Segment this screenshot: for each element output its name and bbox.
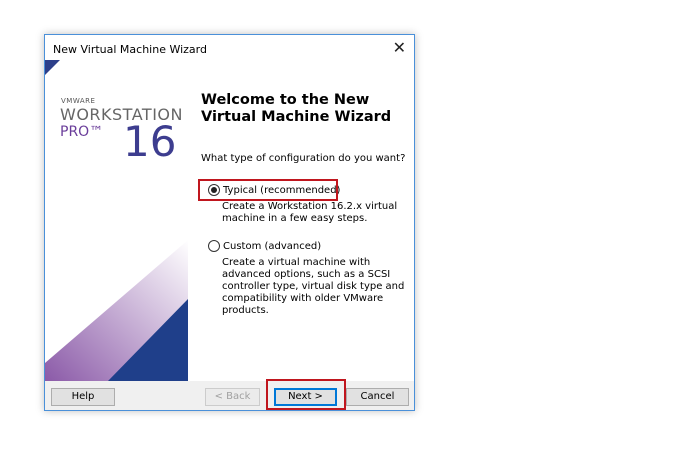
footer: Help < Back Next > Cancel	[45, 381, 414, 410]
corner-triangle	[45, 60, 60, 75]
window-title: New Virtual Machine Wizard	[53, 43, 207, 56]
logo-brand: VMWARE	[61, 97, 96, 105]
highlight-next	[266, 379, 346, 410]
wizard-window: New Virtual Machine Wizard ✕ VMWARE WORK…	[44, 34, 415, 411]
highlight-typical	[198, 179, 338, 201]
logo-edition: PRO™	[60, 124, 104, 140]
custom-description: Create a virtual machine with advanced o…	[222, 257, 405, 316]
radio-unselected-icon	[208, 240, 220, 252]
typical-description: Create a Workstation 16.2.x virtual mach…	[222, 201, 398, 224]
close-icon[interactable]: ✕	[393, 38, 406, 57]
page-title: Welcome to the New Virtual Machine Wizar…	[201, 92, 392, 125]
radio-custom[interactable]: Custom (advanced)	[208, 240, 321, 252]
cancel-button[interactable]: Cancel	[346, 388, 409, 406]
back-button[interactable]: < Back	[205, 388, 260, 406]
help-button[interactable]: Help	[51, 388, 115, 406]
radio-label: Custom (advanced)	[223, 240, 322, 252]
logo-version: 16	[123, 117, 177, 166]
config-question: What type of configuration do you want?	[201, 153, 406, 164]
